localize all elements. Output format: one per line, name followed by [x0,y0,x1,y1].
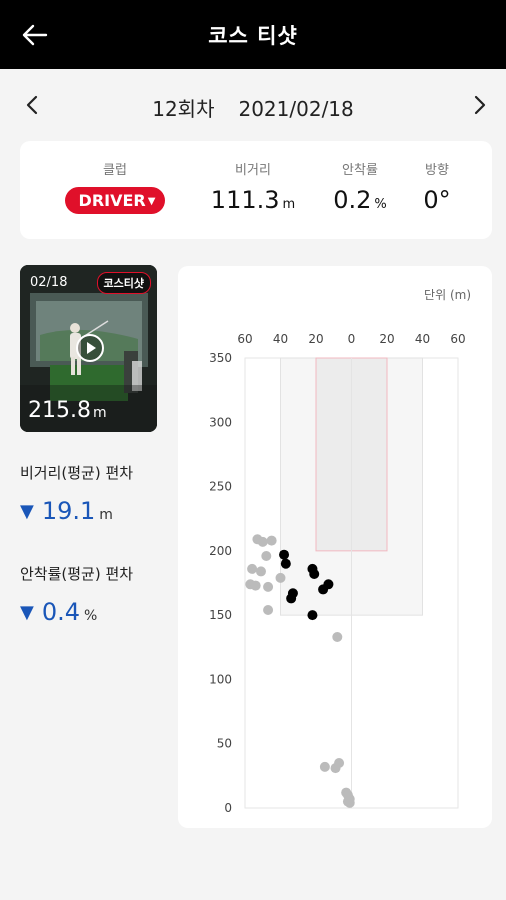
chevron-right-icon[interactable] [466,92,492,118]
shot-dispersion-chart: 단위 (m)60 40 20 0 20 40 60050100150200250300350 [209,288,471,815]
accuracy-stat: 안착률 0.2% [322,159,398,214]
accuracy-deviation: 안착률(평균) 편차 ▼ 0.4% [20,563,133,626]
carry-stat: 비거리 111.3 m [198,159,308,214]
accuracy-deviation-value: 0.4 [41,598,81,626]
past-shot-point [334,758,345,768]
down-triangle-icon: ▼ [20,501,34,522]
y-tick-label: 100 [209,672,232,686]
video-distance-value: 215.8 [28,398,91,423]
carry-value: 111.3 [210,186,280,214]
video-distance-unit: m [92,405,107,421]
x-tick-label: 60 [450,332,465,346]
past-shot-point [332,632,343,642]
session-label: 12회차 2021/02/18 [0,93,506,122]
y-tick-label: 350 [209,351,232,365]
y-tick-label: 300 [209,415,232,429]
x-tick-label: 40 [273,332,288,346]
video-tag: 코스티샷 [96,272,151,294]
round-number: 12회차 [152,97,215,121]
past-shot-point [275,572,286,583]
recent-shot-point [307,610,318,621]
direction-value: 0° [423,186,451,214]
past-shot-point [263,581,274,592]
club-value: DRIVER [78,191,146,210]
stats-card: 클럽 DRIVER ▼ 비거리 111.3 m 안착률 0.2% 방향 0° [20,141,492,239]
past-shot-point [263,605,274,615]
recent-shot-point [280,558,291,569]
page-title: 코스 티샷 [208,24,298,48]
play-icon[interactable] [75,333,105,363]
carry-deviation-unit: m [99,507,113,523]
accuracy-deviation-label: 안착률(평균) 편차 [20,565,134,583]
carry-deviation-value: 19.1 [41,497,96,525]
x-tick-label: 0 [348,332,356,346]
past-shot-point [344,797,355,808]
direction-label: 방향 [425,163,449,178]
x-tick-label: 40 [415,332,430,346]
carry-unit: m [282,197,296,212]
past-shot-point [257,536,268,547]
accuracy-label: 안착률 [342,163,378,178]
carry-deviation: 비거리(평균) 편차 ▼ 19.1 m [20,462,133,525]
recent-shot-point [323,579,334,590]
past-shot-point [250,580,261,591]
y-tick-label: 0 [224,801,232,815]
video-distance: 215.8 m [28,398,107,423]
x-tick-label: 20 [308,332,323,346]
y-tick-label: 150 [209,608,232,622]
chart-unit-label: 단위 (m) [424,288,471,302]
recent-shot-point [286,593,297,604]
x-tick-label: 20 [379,332,394,346]
x-tick-label: 60 [237,332,252,346]
session-date: 2021/02/18 [238,97,354,121]
club-label: 클럽 [103,163,127,178]
shot-video-thumbnail[interactable]: 02/18 코스티샷 215.8 m [20,265,157,432]
recent-shot-point [309,569,320,579]
direction-stat: 방향 0° [412,159,462,214]
carry-deviation-label: 비거리(평균) 편차 [20,464,134,482]
accuracy-value: 0.2 [333,186,372,214]
shot-dispersion-chart-card: 단위 (m) 60 40 20 0 20 40 60 0 50 100 150 200 250 300 350 [178,266,492,828]
past-shot-point [266,535,277,546]
accuracy-unit: % [374,197,387,212]
recent-shot-point [279,549,290,560]
carry-label: 비거리 [235,163,271,178]
session-navigator: 12회차 2021/02/18 [0,86,506,126]
past-shot-point [255,566,266,577]
y-tick-label: 250 [209,480,232,494]
down-triangle-icon: ▼ [20,602,34,623]
accuracy-deviation-unit: % [84,608,98,624]
club-select-button[interactable]: DRIVER ▼ [64,187,166,214]
video-date: 02/18 [30,275,68,290]
club-stat: 클럽 DRIVER ▼ [62,159,168,214]
chevron-down-icon: ▼ [147,196,156,207]
past-shot-point [319,761,330,772]
y-tick-label: 200 [209,544,232,558]
app-header: 코스 티샷 [0,0,506,69]
past-shot-point [247,563,258,574]
past-shot-point [261,551,272,561]
y-tick-label: 50 [217,737,232,751]
